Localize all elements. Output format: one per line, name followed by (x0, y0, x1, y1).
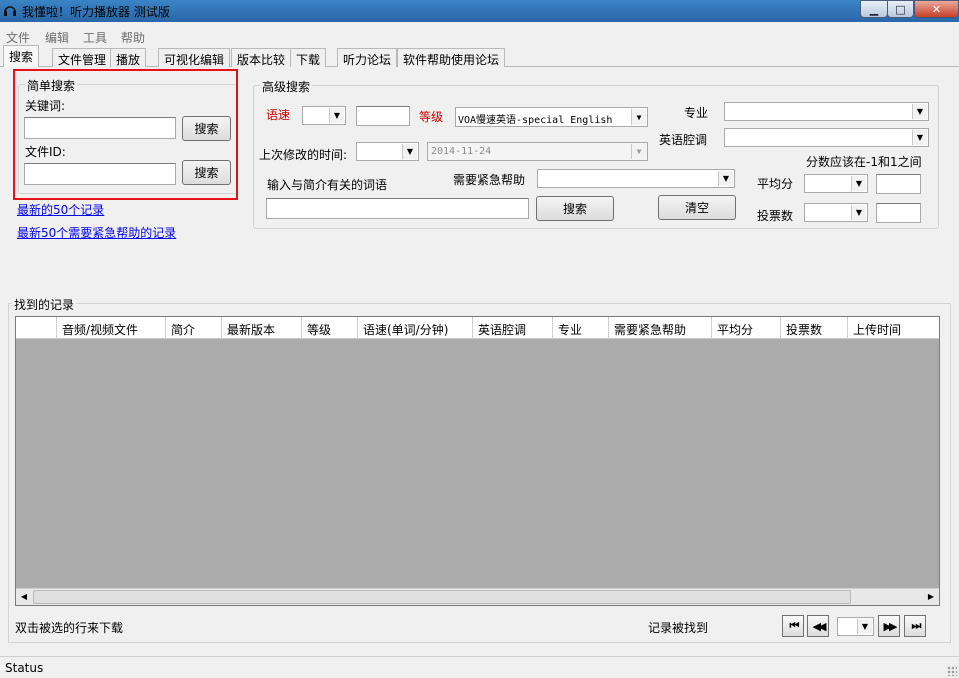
col-header-media[interactable]: 音频/视频文件 (57, 317, 166, 339)
chevron-down-icon: ▼ (402, 144, 417, 159)
scroll-thumb[interactable] (33, 590, 851, 604)
col-header-major[interactable]: 专业 (553, 317, 609, 339)
last-modified-date-picker[interactable]: 2014-11-24 ▼ (427, 142, 648, 161)
last-page-button[interactable]: ⏭ (904, 615, 926, 637)
chevron-down-icon: ▼ (718, 171, 733, 186)
chevron-down-icon: ▼ (631, 144, 646, 159)
avg-score-op-select[interactable]: ▼ (804, 174, 868, 193)
rewind-icon: ◀◀ (812, 619, 827, 633)
results-title: 找到的记录 (12, 296, 77, 313)
menu-help[interactable]: 帮助 (121, 29, 145, 46)
scroll-left-icon[interactable]: ◀ (16, 589, 32, 605)
menu-file[interactable]: 文件 (6, 29, 30, 46)
status-text: Status (5, 661, 44, 675)
col-header-level[interactable]: 等级 (302, 317, 358, 339)
prev-page-button[interactable]: ◀◀ (807, 615, 829, 637)
intro-label: 输入与简介有关的词语 (267, 178, 388, 192)
col-header-latest-version[interactable]: 最新版本 (222, 317, 302, 339)
scroll-right-icon[interactable]: ▶ (923, 589, 939, 605)
grid-header: 音频/视频文件 简介 最新版本 等级 语速(单词/分钟) 英语腔调 专业 需要紧… (16, 317, 939, 339)
window-title: 我懂啦！听力播放器 测试版 (22, 4, 170, 19)
avg-score-label: 平均分 (757, 177, 794, 191)
accent-label: 英语腔调 (659, 133, 708, 147)
col-header-speed[interactable]: 语速(单词/分钟) (358, 317, 473, 339)
last-modified-op-select[interactable]: ▼ (356, 142, 419, 161)
advanced-search-title: 高级搜索 (260, 78, 313, 95)
level-label: 等级 (419, 110, 444, 124)
speed-input[interactable] (356, 106, 410, 126)
col-header-urgent[interactable]: 需要紧急帮助 (609, 317, 712, 339)
col-header-avg-score[interactable]: 平均分 (712, 317, 781, 339)
chevron-down-icon: ▼ (912, 130, 927, 145)
speed-label: 语速 (266, 108, 291, 122)
col-header-upload-time[interactable]: 上传时间 (848, 317, 939, 339)
urgent-select[interactable]: ▼ (537, 169, 735, 188)
last-modified-label: 上次修改的时间: (259, 148, 348, 162)
avg-score-input[interactable] (876, 174, 921, 194)
menu-bar: 文件 编辑 工具 帮助 (0, 27, 959, 45)
keyword-search-button[interactable]: 搜索 (182, 116, 231, 141)
tab-version-compare[interactable]: 版本比较 (231, 48, 292, 67)
votes-input[interactable] (876, 203, 921, 223)
votes-label: 投票数 (757, 209, 794, 223)
speed-op-select[interactable]: ▼ (302, 106, 346, 125)
urgent-label: 需要紧急帮助 (453, 173, 526, 187)
tab-visual-edit[interactable]: 可视化编辑 (158, 48, 231, 67)
status-bar: Status (0, 656, 959, 678)
tab-help-forum[interactable]: 软件帮助使用论坛 (397, 48, 506, 67)
tab-listening-forum[interactable]: 听力论坛 (337, 48, 398, 67)
horizontal-scrollbar[interactable]: ◀ ▶ (16, 588, 939, 605)
clear-button[interactable]: 清空 (658, 195, 736, 220)
votes-op-select[interactable]: ▼ (804, 203, 868, 222)
tab-download[interactable]: 下载 (290, 48, 327, 67)
chevron-down-icon: ▼ (851, 205, 866, 220)
score-hint: 分数应该在-1和1之间 (806, 155, 922, 169)
latest-50-link[interactable]: 最新的50个记录 (17, 201, 104, 218)
keyword-input[interactable] (24, 117, 176, 139)
col-header-select[interactable] (16, 317, 57, 339)
first-page-button[interactable]: ⏮ (782, 615, 804, 637)
menu-tools[interactable]: 工具 (83, 29, 107, 46)
title-bar: 我懂啦！听力播放器 测试版 ▁ □ ✕ (0, 0, 959, 22)
close-button[interactable]: ✕ (914, 0, 959, 18)
chevron-down-icon: ▼ (851, 176, 866, 191)
col-header-accent[interactable]: 英语腔调 (473, 317, 553, 339)
download-hint: 双击被选的行来下载 (15, 621, 124, 635)
chevron-down-icon: ▼ (912, 104, 927, 119)
intro-input[interactable] (266, 198, 529, 219)
major-select[interactable]: ▼ (724, 102, 929, 121)
resize-grip-icon[interactable] (947, 666, 957, 676)
file-id-search-button[interactable]: 搜索 (182, 160, 231, 185)
file-id-label: 文件ID: (25, 145, 66, 159)
page-select[interactable]: ▼ (837, 617, 874, 636)
skip-first-icon: ⏮ (789, 619, 800, 632)
chevron-down-icon: ▼ (857, 619, 872, 634)
chevron-down-icon: ▼ (329, 108, 344, 123)
records-found-label: 记录被找到 (648, 621, 709, 635)
col-header-intro[interactable]: 简介 (166, 317, 222, 339)
advanced-search-button[interactable]: 搜索 (536, 196, 614, 221)
col-header-votes[interactable]: 投票数 (781, 317, 848, 339)
results-grid[interactable]: 音频/视频文件 简介 最新版本 等级 语速(单词/分钟) 英语腔调 专业 需要紧… (15, 316, 940, 606)
file-id-input[interactable] (24, 163, 176, 185)
chevron-down-icon: ▼ (631, 109, 646, 125)
tab-search[interactable]: 搜索 (3, 45, 40, 67)
level-select[interactable]: VOA慢速英语-special English ▼ (455, 107, 648, 127)
latest-50-help-link[interactable]: 最新50个需要紧急帮助的记录 (17, 224, 176, 241)
skip-last-icon: ⏭ (911, 619, 922, 632)
maximize-button[interactable]: □ (887, 0, 914, 18)
headphones-icon (3, 3, 17, 17)
next-page-button[interactable]: ▶▶ (878, 615, 900, 637)
accent-select[interactable]: ▼ (724, 128, 929, 147)
fast-forward-icon: ▶▶ (883, 619, 898, 633)
major-label: 专业 (684, 106, 709, 120)
tab-play[interactable]: 播放 (110, 48, 147, 67)
minimize-button[interactable]: ▁ (860, 0, 888, 18)
keyword-label: 关键词: (25, 99, 66, 113)
tab-file-manage[interactable]: 文件管理 (52, 48, 113, 67)
menu-edit[interactable]: 编辑 (45, 29, 69, 46)
